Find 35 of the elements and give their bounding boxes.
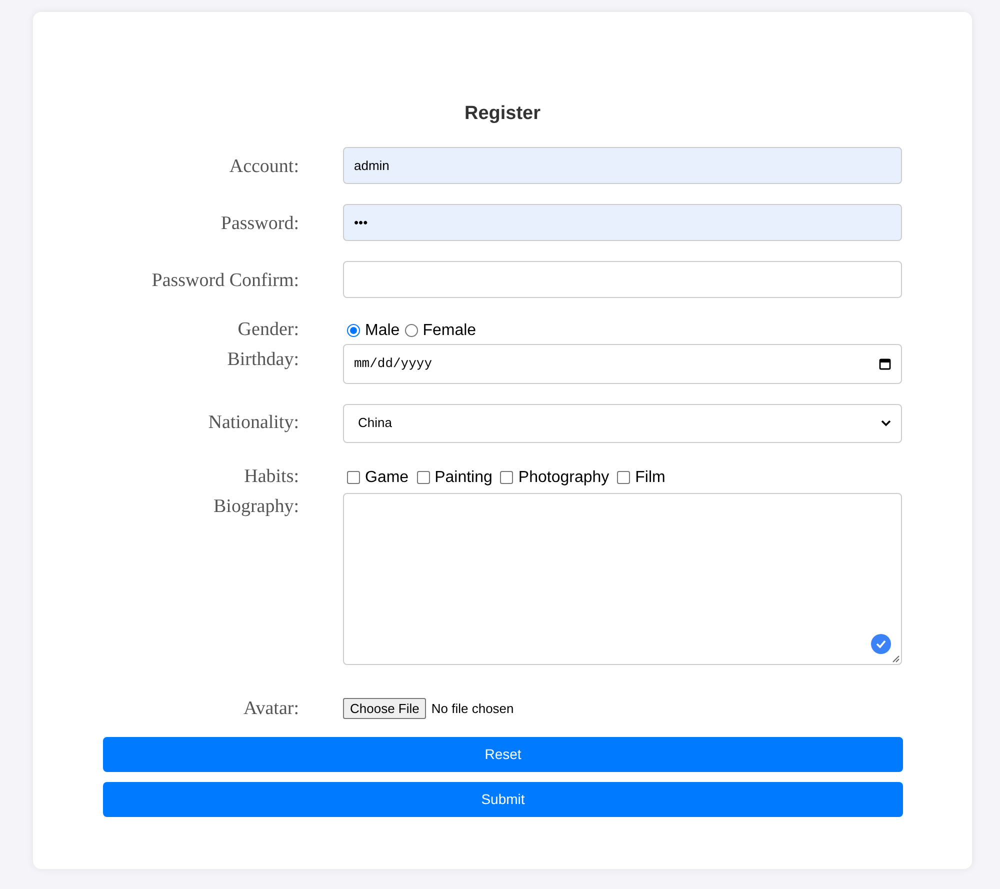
- field-label: Habits:: [244, 466, 299, 488]
- input-field[interactable]: [343, 260, 902, 298]
- field-label: Account:: [229, 156, 299, 176]
- radio-option[interactable]: Male: [347, 318, 400, 342]
- date-field[interactable]: mm/dd/yyyy: [343, 344, 902, 384]
- checkbox-option[interactable]: Photography: [500, 466, 610, 490]
- field-label: Birthday:: [227, 348, 299, 370]
- nationality-select[interactable]: China: [343, 404, 902, 442]
- checkbox[interactable]: [347, 471, 360, 484]
- field-label: Avatar:: [243, 698, 299, 718]
- file-status: No file chosen: [431, 700, 514, 718]
- input-field[interactable]: •••: [343, 204, 902, 240]
- radio-option[interactable]: Female: [404, 318, 476, 342]
- field-label: Biography:: [214, 496, 299, 516]
- calendar-icon[interactable]: [879, 358, 891, 370]
- chevron-down-icon: [881, 420, 891, 426]
- check-badge-icon[interactable]: [871, 634, 891, 654]
- field-label: Password Confirm:: [152, 270, 299, 290]
- field-label: Gender:: [238, 319, 299, 340]
- checkbox-option[interactable]: Game: [347, 466, 409, 490]
- input-field[interactable]: admin: [343, 146, 902, 184]
- radio-button[interactable]: [404, 324, 418, 337]
- checkbox[interactable]: [617, 471, 630, 484]
- field-label: Password:: [220, 212, 299, 234]
- resize-handle-icon[interactable]: [892, 654, 900, 662]
- radio-button[interactable]: [347, 324, 360, 337]
- checkbox-option[interactable]: Film: [617, 466, 666, 490]
- form-button[interactable]: Submit: [103, 782, 903, 817]
- checkbox-option[interactable]: Painting: [416, 466, 492, 490]
- checkbox[interactable]: [416, 471, 430, 484]
- field-label: Nationality:: [208, 412, 299, 433]
- form-button[interactable]: Reset: [103, 737, 903, 772]
- checkbox[interactable]: [500, 471, 514, 484]
- choose-file-button[interactable]: Choose File: [343, 698, 426, 720]
- form-title: Register: [463, 102, 542, 126]
